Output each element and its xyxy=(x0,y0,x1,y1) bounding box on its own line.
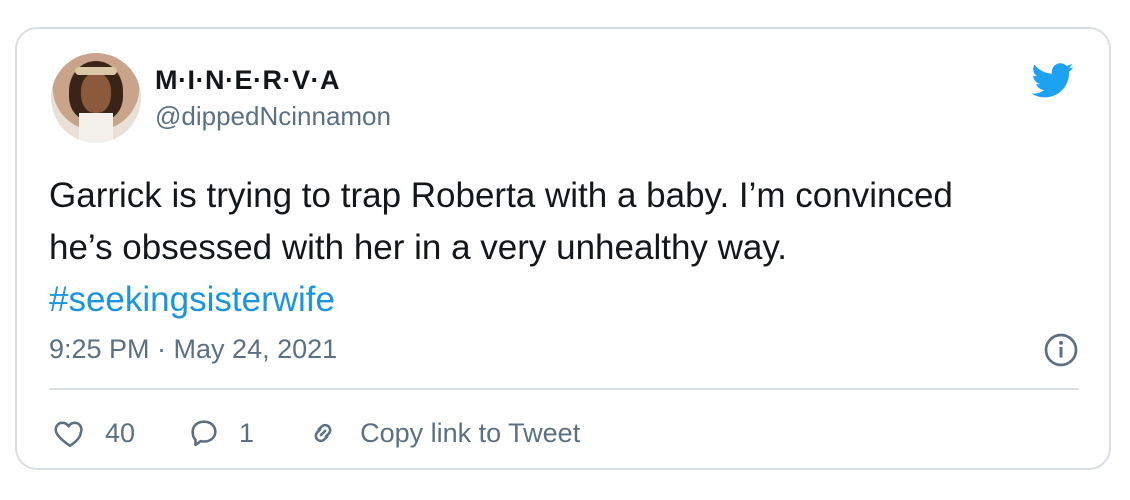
user-handle[interactable]: @dippedNcinnamon xyxy=(155,101,391,132)
copy-link-button[interactable]: Copy link to Tweet xyxy=(306,416,580,450)
tweet-actions: 40 1 Copy link to Tweet xyxy=(53,413,632,453)
reply-count: 1 xyxy=(239,417,255,448)
copy-link-label: Copy link to Tweet xyxy=(360,417,581,448)
reply-button[interactable]: 1 xyxy=(187,416,254,450)
link-icon xyxy=(314,423,332,443)
tweet-timestamp[interactable]: 9:25 PM · May 24, 2021 xyxy=(49,334,337,365)
display-name[interactable]: M·I·N·E·R·V·A xyxy=(155,65,340,96)
info-icon[interactable] xyxy=(1043,332,1079,368)
hashtag-link[interactable]: #seekingsisterwife xyxy=(49,274,1089,326)
avatar[interactable] xyxy=(51,53,141,143)
tweet-text: Garrick is trying to trap Roberta with a… xyxy=(49,170,1089,326)
tweet-text-line: Garrick is trying to trap Roberta with a… xyxy=(49,176,953,215)
divider xyxy=(49,388,1079,390)
heart-icon xyxy=(54,421,83,448)
twitter-bird-icon[interactable] xyxy=(1029,59,1077,101)
tweet-card: M·I·N·E·R·V·A @dippedNcinnamon Garrick i… xyxy=(15,27,1111,470)
like-button[interactable]: 40 xyxy=(53,416,135,450)
speech-bubble-icon xyxy=(191,420,217,447)
like-count: 40 xyxy=(105,417,136,448)
tweet-text-line: he’s obsessed with her in a very unhealt… xyxy=(49,228,788,267)
